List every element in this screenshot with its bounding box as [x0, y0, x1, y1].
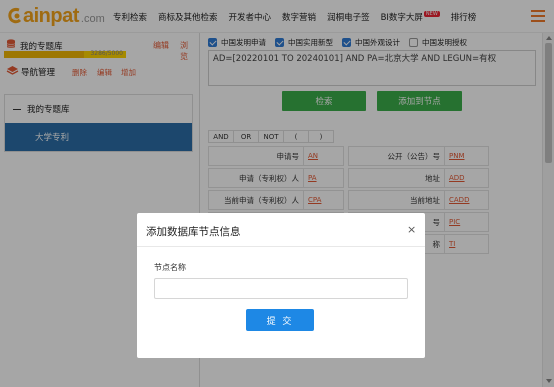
node-name-input[interactable] [154, 278, 408, 299]
close-icon[interactable]: × [407, 223, 416, 236]
add-node-dialog: 添加数据库节点信息 × 节点名称 提 交 [137, 213, 425, 358]
submit-button[interactable]: 提 交 [246, 309, 314, 331]
dialog-title: 添加数据库节点信息 [146, 226, 241, 238]
dialog-divider [137, 246, 425, 247]
quota-text: 3286/5000 [90, 50, 123, 57]
node-name-label: 节点名称 [154, 263, 186, 272]
